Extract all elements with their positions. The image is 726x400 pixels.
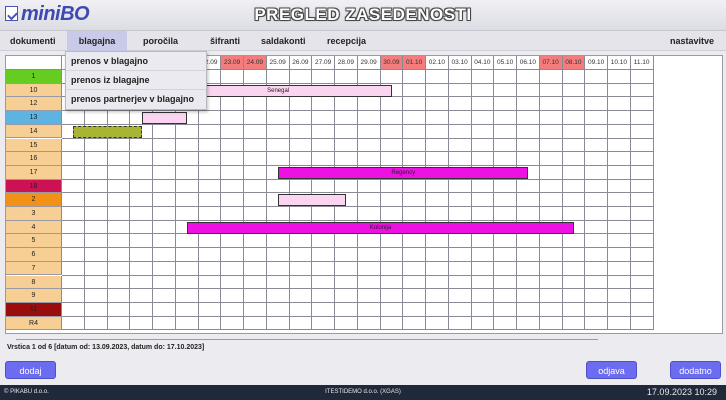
grid-row-line (62, 151, 654, 153)
dodaj-button[interactable]: dodaj (5, 361, 56, 379)
date-header: 02.10 (426, 56, 449, 70)
room-label[interactable]: 17 (6, 165, 62, 180)
menu-sifranti[interactable]: šifranti (204, 31, 246, 51)
grid-column-line (607, 70, 608, 331)
grid-column-line (265, 70, 267, 331)
room-label[interactable]: 15 (6, 138, 62, 153)
date-header: 03.10 (448, 56, 472, 70)
grid-column-line (402, 70, 404, 331)
horizontal-scrollbar[interactable] (16, 339, 598, 340)
date-header: 30.09 (380, 56, 404, 70)
footer-datetime: 17.09.2023 10:29 (646, 387, 717, 397)
footer: © PIKABU d.o.o. ITESTIDEMO d.o.o. (XGAS)… (0, 385, 726, 400)
grid-column-line (425, 70, 426, 331)
dropdown-item-prenos-partnerjev[interactable]: prenos partnerjev v blagajno (66, 90, 206, 109)
date-header: 05.10 (494, 56, 517, 70)
grid-row-line (62, 192, 654, 194)
date-header: 10.10 (608, 56, 631, 70)
date-header: 11.10 (630, 56, 654, 70)
room-label[interactable]: 1 (6, 70, 62, 84)
footer-company: ITESTIDEMO d.o.o. (XGAS) (325, 389, 401, 395)
room-label[interactable]: 10 (6, 83, 62, 98)
menu-bar: dokumenti blagajna poročila šifranti sal… (0, 31, 726, 51)
room-label[interactable]: R4 (6, 316, 62, 331)
date-header: 09.10 (585, 56, 608, 70)
grid-row-line (62, 315, 654, 317)
grid-column-line (538, 70, 540, 331)
grid-column-line (652, 70, 654, 331)
title-bar: miniBO PREGLED ZASEDENOSTI (0, 0, 726, 31)
room-label[interactable]: 14 (6, 124, 62, 139)
grid-column-line (379, 70, 381, 331)
date-header: 24.09 (244, 56, 267, 70)
grid-row-line (62, 206, 654, 207)
room-label[interactable]: 18 (6, 179, 62, 194)
grid-row-line (62, 219, 654, 221)
date-header: 28.09 (335, 56, 358, 70)
dropdown-item-prenos-v-blagajno[interactable]: prenos v blagajno (66, 52, 206, 71)
date-header: 04.10 (471, 56, 495, 70)
grid-column-line (493, 70, 495, 331)
page-title: PREGLED ZASEDENOSTI (254, 5, 472, 24)
grid-column-line (584, 70, 586, 331)
booking-bar[interactable]: Regency (278, 166, 529, 179)
room-label[interactable]: 13 (6, 111, 62, 125)
date-header: 26.09 (289, 56, 313, 70)
date-header: 23.09 (221, 56, 244, 70)
room-label[interactable]: 8 (6, 275, 62, 290)
date-header: 27.09 (312, 56, 335, 70)
grid-row-line (62, 301, 654, 303)
odjava-button[interactable]: odjava (586, 361, 637, 379)
room-label[interactable]: 6 (6, 248, 62, 262)
menu-porocila[interactable]: poročila (137, 31, 184, 51)
menu-dokumenti[interactable]: dokumenti (4, 31, 62, 51)
menu-saldakonti[interactable]: saldakonti (255, 31, 312, 51)
grid-row-line (62, 274, 654, 276)
date-header: 07.10 (539, 56, 563, 70)
grid-row-line (62, 110, 654, 112)
dropdown-item-prenos-iz-blagajne[interactable]: prenos iz blagajne (66, 71, 206, 90)
grid-row-line (62, 288, 654, 290)
blagajna-dropdown: prenos v blagajno prenos iz blagajne pre… (65, 51, 207, 110)
header-corner (6, 56, 62, 70)
date-header: 25.09 (266, 56, 290, 70)
date-header: 08.10 (562, 56, 586, 70)
room-label[interactable]: 12 (6, 97, 62, 112)
grid-column-line (629, 70, 631, 331)
status-text: Vrstica 1 od 6 [datum od: 13.09.2023, da… (7, 344, 205, 351)
grid-column-line (447, 70, 449, 331)
room-label[interactable]: 16 (6, 152, 62, 166)
grid-column-line (516, 70, 517, 331)
room-label[interactable]: 5 (6, 234, 62, 249)
date-header: 01.10 (403, 56, 426, 70)
room-label[interactable]: 9 (6, 289, 62, 303)
grid-column-line (220, 70, 222, 331)
menu-blagajna[interactable]: blagajna (67, 31, 127, 51)
grid-row-line (62, 260, 654, 262)
date-header: 06.10 (517, 56, 540, 70)
booking-bar[interactable]: Kolonija (187, 221, 574, 234)
menu-nastavitve[interactable]: nastavitve (664, 31, 720, 51)
grid-row-line (62, 329, 654, 331)
grid-column-line (356, 70, 358, 331)
grid-row-line (62, 137, 654, 139)
room-label[interactable]: 7 (6, 261, 62, 276)
room-label[interactable]: 11 (6, 302, 62, 317)
grid-column-line (243, 70, 244, 331)
booking-bar[interactable] (278, 194, 347, 207)
grid-column-line (561, 70, 563, 331)
grid-row-line (62, 164, 654, 166)
room-label[interactable]: 2 (6, 193, 62, 207)
room-label[interactable]: 3 (6, 207, 62, 221)
booking-bar[interactable] (141, 112, 188, 125)
menu-recepcija[interactable]: recepcija (321, 31, 372, 51)
booking-bar[interactable] (73, 125, 142, 138)
grid-column-line (470, 70, 472, 331)
date-header: 29.09 (357, 56, 381, 70)
grid-row-line (62, 247, 654, 249)
dodatno-button[interactable]: dodatno (670, 361, 721, 379)
room-label[interactable]: 4 (6, 220, 62, 235)
